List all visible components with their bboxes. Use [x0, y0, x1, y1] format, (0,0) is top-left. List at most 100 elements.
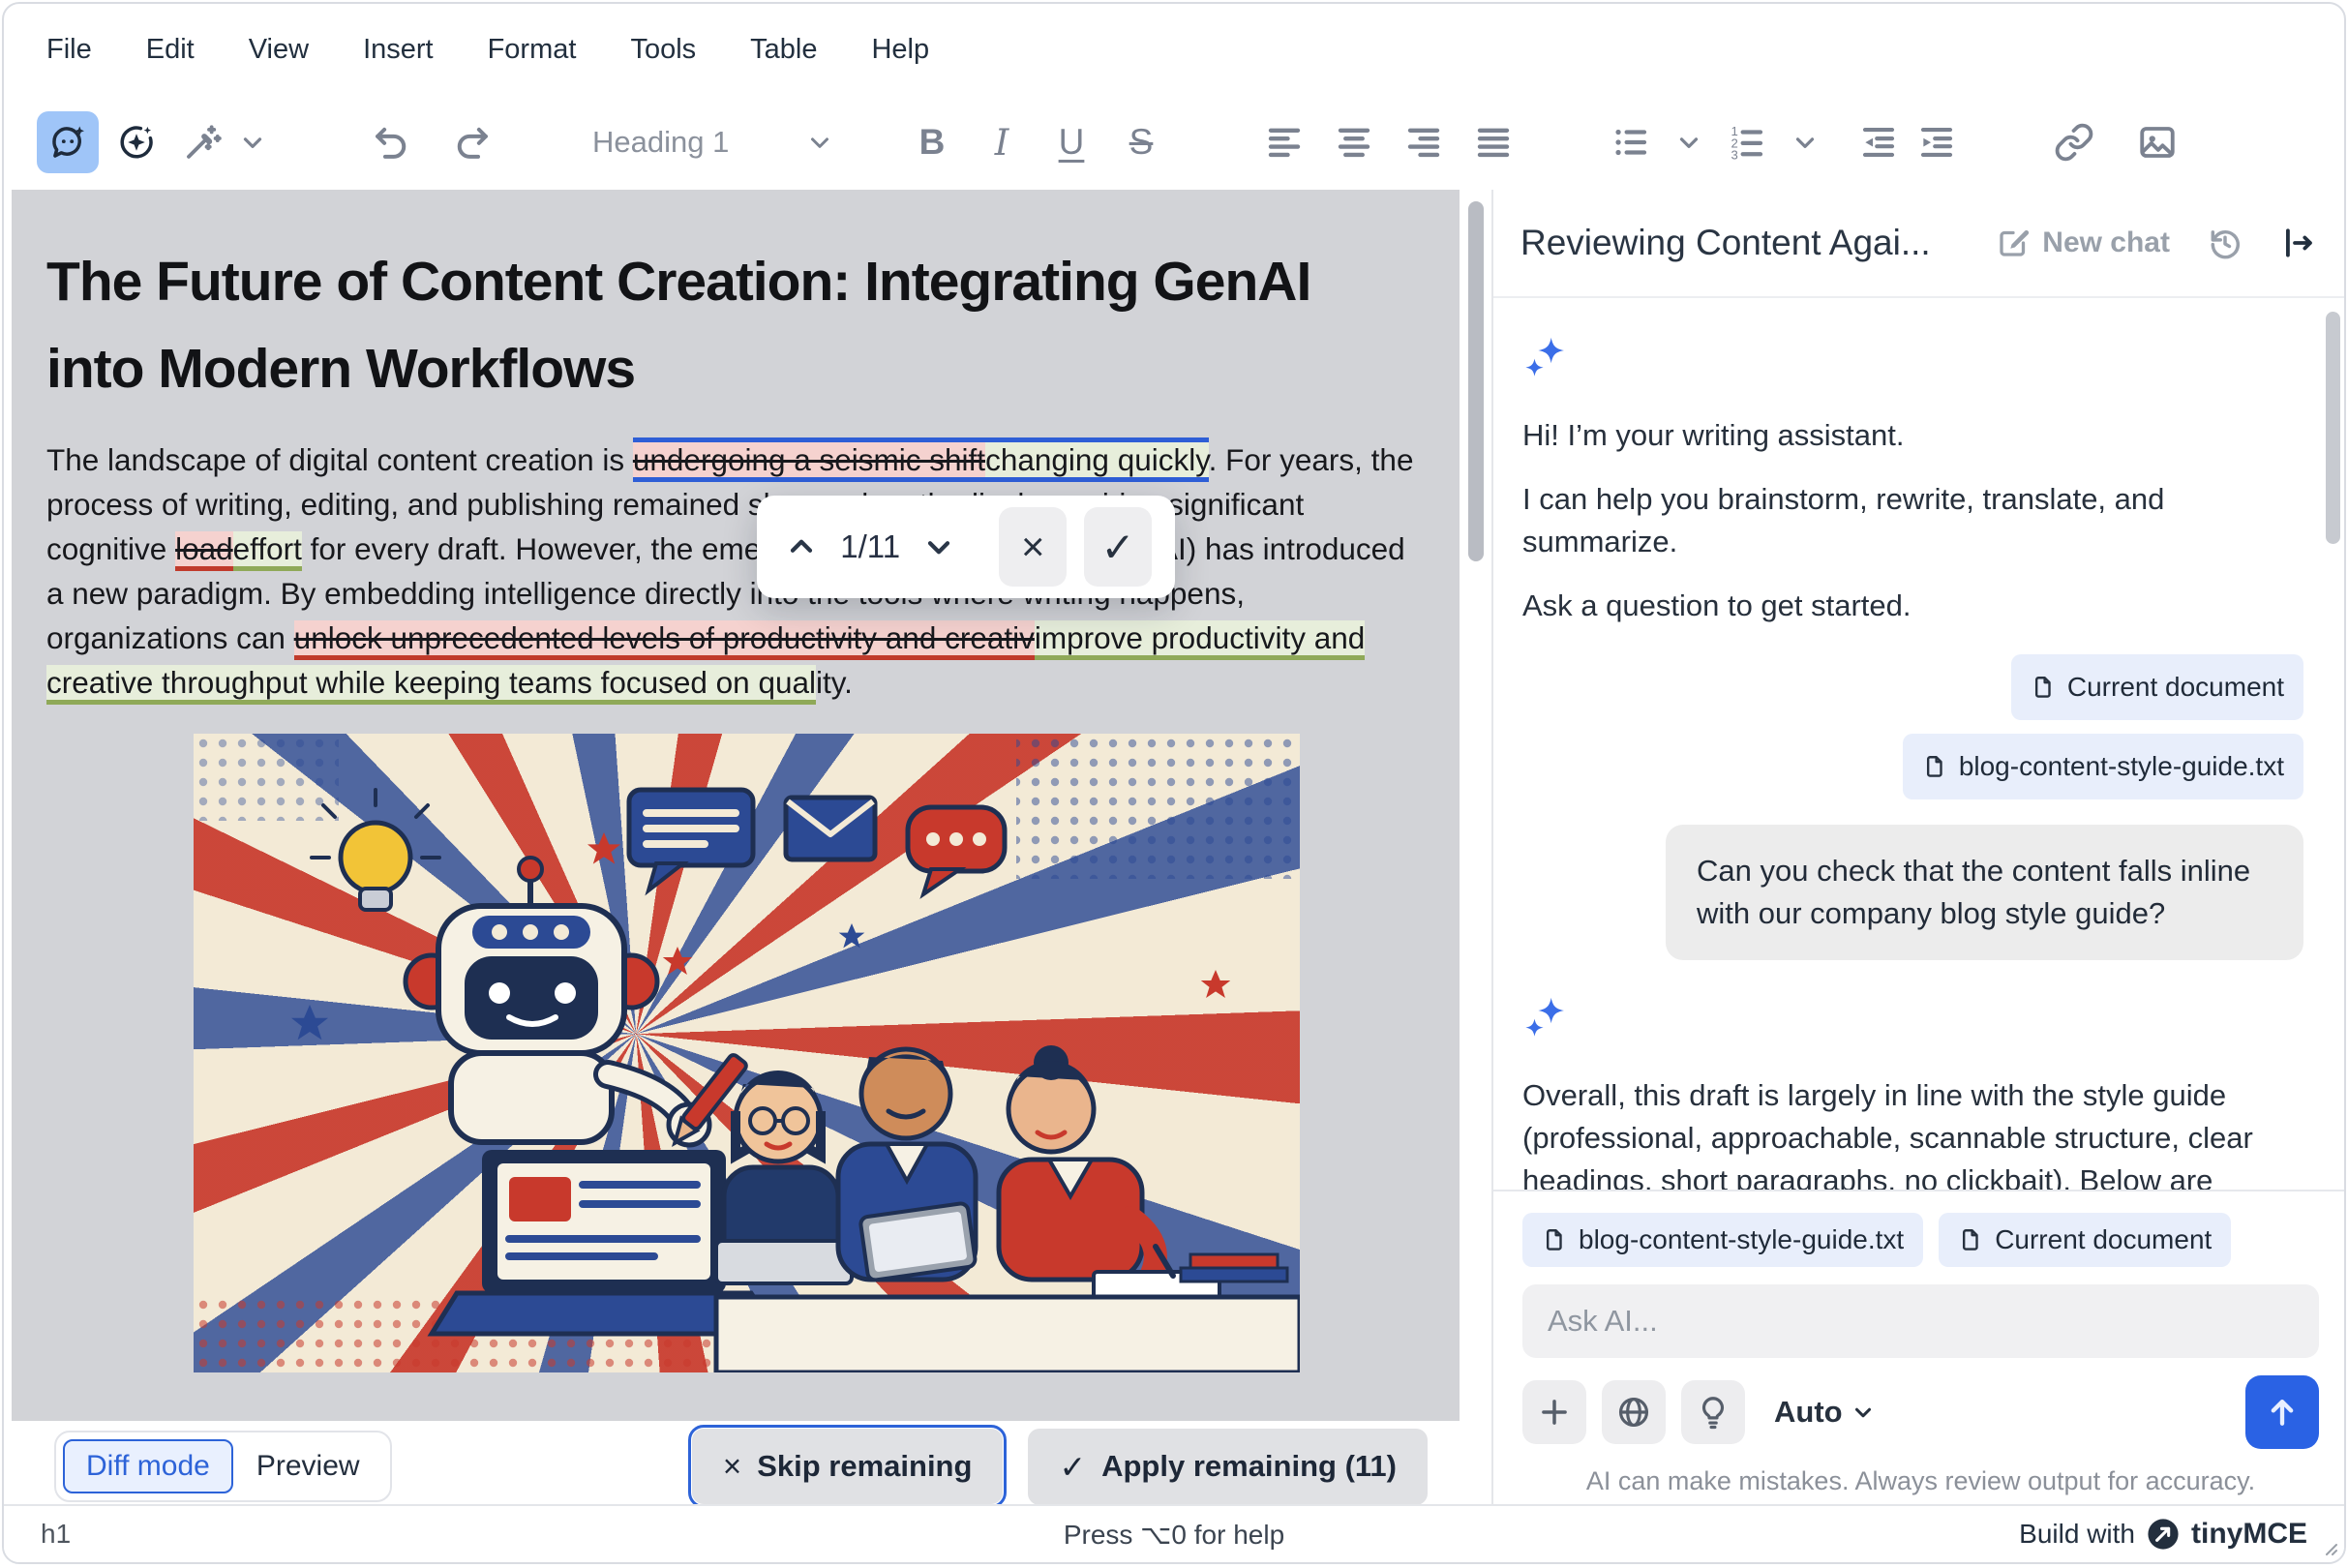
menu-item-view[interactable]: View — [249, 34, 309, 66]
close-icon: × — [723, 1448, 741, 1485]
indent-button[interactable] — [1909, 114, 1965, 170]
collapse-sidebar-button[interactable] — [2280, 225, 2317, 261]
menu-item-help[interactable]: Help — [871, 34, 929, 66]
align-center-button[interactable] — [1326, 114, 1382, 170]
align-right-icon — [1403, 122, 1444, 163]
people-group — [716, 1045, 1300, 1372]
apply-remaining-label: Apply remaining (11) — [1101, 1449, 1397, 1484]
editor-scrollbar[interactable] — [1460, 190, 1491, 1512]
ai-assistant-button[interactable] — [37, 111, 99, 173]
reject-change-button[interactable]: × — [999, 507, 1067, 587]
numbered-list-button[interactable]: 1 2 3 — [1719, 114, 1775, 170]
chevron-down-icon — [1791, 128, 1820, 157]
menu-item-file[interactable]: File — [46, 34, 92, 66]
redo-icon — [451, 122, 492, 163]
apply-remaining-button[interactable]: ✓ Apply remaining (11) — [1028, 1429, 1428, 1505]
chat-scrollbar-thumb[interactable] — [2326, 312, 2340, 544]
undo-button[interactable] — [364, 114, 420, 170]
editor-document[interactable]: The Future of Content Creation: Integrat… — [12, 190, 1460, 1512]
brand-prefix: Build with — [2019, 1519, 2135, 1550]
numbered-list-chevron[interactable] — [1777, 114, 1833, 170]
view-mode-toggle: Diff mode Preview — [54, 1431, 392, 1502]
send-button[interactable] — [2245, 1375, 2319, 1449]
strikethrough-button[interactable]: S — [1115, 122, 1167, 163]
context-chip[interactable]: blog-content-style-guide.txt — [1522, 1213, 1923, 1267]
brand-name: tinyMCE — [2191, 1518, 2307, 1551]
bullet-list-button[interactable] — [1603, 114, 1659, 170]
menu-item-format[interactable]: Format — [488, 34, 577, 66]
document-title[interactable]: The Future of Content Creation: Integrat… — [46, 238, 1343, 412]
bullet-list-icon — [1610, 122, 1651, 163]
menu-item-tools[interactable]: Tools — [630, 34, 696, 66]
diff-insertion[interactable]: effort — [233, 531, 302, 571]
ai-agent-button[interactable] — [108, 114, 165, 170]
insert-image-button[interactable] — [2129, 114, 2185, 170]
magic-wand-icon — [182, 122, 223, 163]
input-controls: Auto — [1522, 1375, 2319, 1449]
attach-button[interactable] — [1522, 1380, 1586, 1444]
ai-shortcuts-chevron[interactable] — [225, 114, 281, 170]
align-right-button[interactable] — [1396, 114, 1452, 170]
editor-scrollbar-thumb[interactable] — [1468, 201, 1484, 561]
text-run: The landscape of digital content creatio… — [46, 442, 633, 477]
web-search-button[interactable] — [1602, 1380, 1666, 1444]
lightbulb-icon — [1695, 1394, 1731, 1431]
align-left-button[interactable] — [1256, 114, 1312, 170]
redo-button[interactable] — [443, 114, 499, 170]
outdent-button[interactable] — [1851, 114, 1907, 170]
svg-text:3: 3 — [1731, 148, 1738, 163]
tinymce-logo-icon — [2147, 1518, 2180, 1551]
bold-button[interactable]: B — [906, 122, 958, 163]
align-justify-button[interactable] — [1465, 114, 1521, 170]
speech-bubble-blue — [629, 790, 753, 890]
send-arrow-icon — [2263, 1393, 2302, 1432]
ask-ai-inputbox[interactable] — [1522, 1284, 2319, 1358]
diff-mode-button[interactable]: Diff mode — [63, 1439, 233, 1493]
person-red-blazer — [999, 1045, 1219, 1301]
document-icon — [1958, 1227, 1983, 1252]
ai-chat-icon — [47, 122, 88, 163]
image-icon — [2137, 122, 2178, 163]
new-chat-icon — [1996, 226, 2031, 260]
chevron-down-icon — [921, 529, 956, 564]
diff-deletion[interactable]: undergoing a seismic shift — [633, 442, 985, 477]
ai-shortcuts-button[interactable] — [174, 114, 230, 170]
diff-insertion[interactable]: changing quickly — [985, 442, 1209, 477]
preview-button[interactable]: Preview — [233, 1439, 383, 1493]
menu-item-table[interactable]: Table — [750, 34, 817, 66]
document-paragraph[interactable]: The landscape of digital content creatio… — [46, 437, 1429, 705]
selected-diff-change[interactable]: undergoing a seismic shiftchanging quick… — [633, 437, 1209, 482]
ask-ai-input[interactable] — [1548, 1304, 2294, 1339]
accept-change-button[interactable]: ✓ — [1084, 507, 1152, 587]
menu-item-edit[interactable]: Edit — [146, 34, 195, 66]
context-chip[interactable]: Current document — [2011, 654, 2303, 720]
text-run: ity. — [816, 665, 853, 700]
resize-grip[interactable] — [2319, 1537, 2338, 1556]
new-chat-button[interactable]: New chat — [1996, 226, 2170, 260]
next-change-button[interactable] — [918, 522, 960, 572]
previous-change-button[interactable] — [780, 522, 823, 572]
document-illustration[interactable] — [194, 734, 1300, 1372]
italic-button[interactable]: I — [976, 122, 1028, 164]
skip-remaining-button[interactable]: × Skip remaining — [692, 1429, 1004, 1504]
context-chip[interactable]: blog-content-style-guide.txt — [1903, 734, 2303, 799]
menu-item-insert[interactable]: Insert — [363, 34, 434, 66]
block-format-select[interactable]: Heading 1 — [592, 125, 834, 160]
undo-icon — [372, 122, 412, 163]
model-select[interactable]: Auto — [1774, 1395, 1876, 1430]
context-chip-label: Current document — [1995, 1224, 2212, 1255]
suggestions-button[interactable] — [1681, 1380, 1745, 1444]
chat-history-button[interactable] — [2207, 225, 2243, 261]
insert-link-button[interactable] — [2046, 114, 2102, 170]
chevron-down-icon — [1674, 128, 1703, 157]
context-chip[interactable]: Current document — [1939, 1213, 2231, 1267]
status-bar: Press ⌥0 for help h1 Build with tinyMCE — [4, 1504, 2344, 1562]
underline-button[interactable]: U — [1045, 122, 1098, 163]
close-icon: × — [1021, 524, 1045, 570]
diff-deletion[interactable]: unlock unprecedented levels of productiv… — [294, 620, 1035, 660]
chevron-down-icon — [805, 128, 834, 157]
chat-message-list[interactable]: Hi! I’m your writing assistant.I can hel… — [1493, 298, 2346, 1190]
diff-deletion[interactable]: load — [175, 531, 233, 571]
branding[interactable]: Build with tinyMCE — [2019, 1518, 2307, 1551]
bullet-list-chevron[interactable] — [1661, 114, 1717, 170]
